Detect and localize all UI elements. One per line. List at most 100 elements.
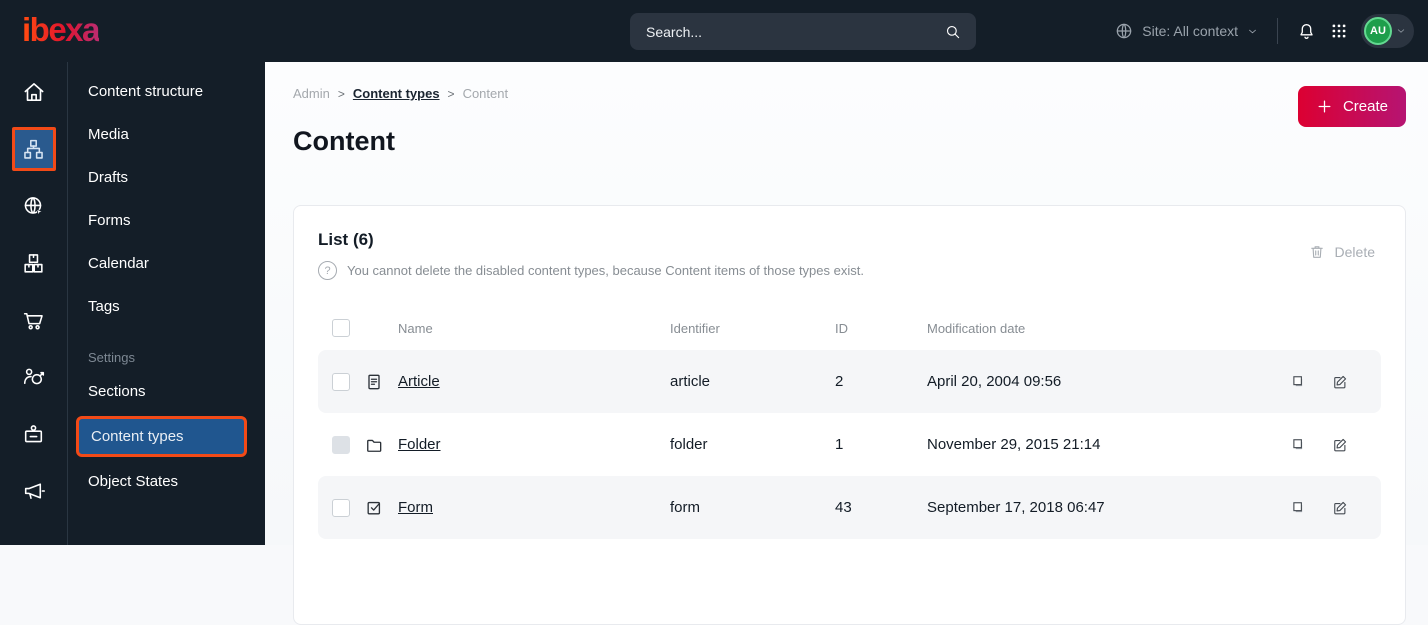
list-title: List (6) [318,230,374,249]
cell-identifier: form [670,499,700,516]
copy-button[interactable] [1289,436,1307,454]
top-bar: ibexa Site: All context A [0,0,1428,62]
edit-icon [1334,438,1347,451]
icon-sidebar [0,62,67,545]
cell-id: 1 [835,436,844,453]
delete-button[interactable]: Delete [1302,242,1381,262]
copy-icon [1293,438,1303,449]
sidebar-item-campaigns[interactable] [12,469,56,513]
ibexa-logo[interactable]: ibexa [22,11,100,49]
create-button-label: Create [1342,98,1388,115]
cell-modified: April 20, 2004 09:56 [927,373,1062,390]
menu-item-content-types[interactable]: Content types [76,416,247,457]
row-checkbox[interactable] [332,498,350,517]
badge-icon [24,424,43,442]
article-icon [368,374,380,389]
sidebar-item-admin[interactable] [12,412,56,456]
content-type-link[interactable]: Folder [398,436,441,453]
site-globe-cursor-icon [24,196,43,216]
menu-item-content-structure[interactable]: Content structure [68,70,265,113]
copy-button[interactable] [1289,499,1307,517]
settings-section-label: Settings [88,349,135,365]
apps-grid-icon[interactable] [1330,22,1348,40]
globe-icon [1116,23,1132,39]
row-checkbox-disabled [332,435,350,454]
page-title: Content [293,126,395,156]
table-row: Article article 2 April 20, 2004 09:56 [318,350,1381,413]
menu-item-forms[interactable]: Forms [68,199,265,242]
column-header-id: ID [835,320,848,336]
menu-item-label: Content types [91,428,184,445]
home-icon [24,83,43,101]
menu-item-drafts[interactable]: Drafts [68,156,265,199]
menu-item-media[interactable]: Media [68,113,265,156]
content-types-table: Name Identifier ID Modification date Art… [318,306,1381,539]
cell-modified: September 17, 2018 06:47 [927,499,1105,516]
sidebar-item-site[interactable] [12,184,56,228]
select-all-checkbox[interactable] [332,319,350,337]
search-input[interactable] [644,22,944,41]
delete-button-label: Delete [1334,244,1375,260]
plus-icon [1318,100,1331,113]
site-context-selector[interactable]: Site: All context [1114,21,1259,41]
search-icon [946,25,960,38]
content-tree-icon [24,139,43,159]
breadcrumb: Admin > Content types > Content [293,86,508,101]
menu-item-sections[interactable]: Sections [68,370,265,413]
user-menu[interactable]: AU [1361,14,1414,48]
global-search[interactable] [630,13,976,50]
edit-button[interactable] [1331,373,1349,391]
menu-item-label: Sections [88,383,146,400]
content-type-link[interactable]: Form [398,499,433,516]
content-types-list-card: List (6) ? You cannot delete the disable… [293,205,1406,625]
main-content: Admin > Content types > Content Create C… [265,62,1428,625]
notifications-bell-icon[interactable] [1296,21,1317,42]
cell-identifier: article [670,373,711,390]
packages-icon [24,253,43,273]
breadcrumb-admin: Admin [293,86,330,101]
cell-identifier: folder [670,436,708,453]
folder-icon [367,439,382,452]
topbar-divider [1277,18,1278,44]
sidebar-item-home[interactable] [12,70,56,114]
chevron-down-icon [1249,29,1256,33]
breadcrumb-separator: > [447,86,455,101]
menu-sidebar: Content structure Media Drafts Forms Cal… [67,62,265,545]
menu-item-object-states[interactable]: Object States [68,460,265,503]
create-button[interactable]: Create [1297,86,1406,127]
edit-button[interactable] [1331,499,1349,517]
breadcrumb-content-types-link[interactable]: Content types [353,86,440,101]
menu-item-label: Media [88,126,129,143]
menu-item-label: Tags [88,298,120,315]
list-info-row: ? You cannot delete the disabled content… [318,261,864,280]
breadcrumb-separator: > [337,86,345,101]
menu-item-label: Forms [88,212,131,229]
menu-item-tags[interactable]: Tags [68,285,265,328]
avatar: AU [1364,17,1392,45]
sidebar-item-commerce[interactable] [12,298,56,342]
form-icon [367,501,381,514]
sidebar-item-personalization[interactable] [12,355,56,399]
menu-item-label: Content structure [88,83,204,100]
column-header-identifier: Identifier [670,320,720,336]
row-checkbox[interactable] [332,372,350,391]
edit-button[interactable] [1331,436,1349,454]
edit-icon [1334,375,1347,388]
edit-icon [1334,501,1347,514]
column-header-name: Name [398,320,433,336]
chevron-down-icon [1397,29,1405,33]
content-type-link[interactable]: Article [398,373,440,390]
cell-id: 43 [835,499,852,516]
copy-icon [1293,375,1303,386]
copy-button[interactable] [1289,373,1307,391]
breadcrumb-current: Content [462,86,509,101]
list-info-text: You cannot delete the disabled content t… [347,263,864,278]
menu-item-calendar[interactable]: Calendar [68,242,265,285]
column-header-modified: Modification date [927,320,1026,336]
cell-modified: November 29, 2015 21:14 [927,436,1101,453]
person-target-icon [23,368,45,384]
table-row: Form form 43 September 17, 2018 06:47 [318,476,1381,539]
menu-item-label: Calendar [88,255,149,272]
sidebar-item-products[interactable] [12,241,56,285]
sidebar-item-content-structure[interactable] [11,127,56,171]
